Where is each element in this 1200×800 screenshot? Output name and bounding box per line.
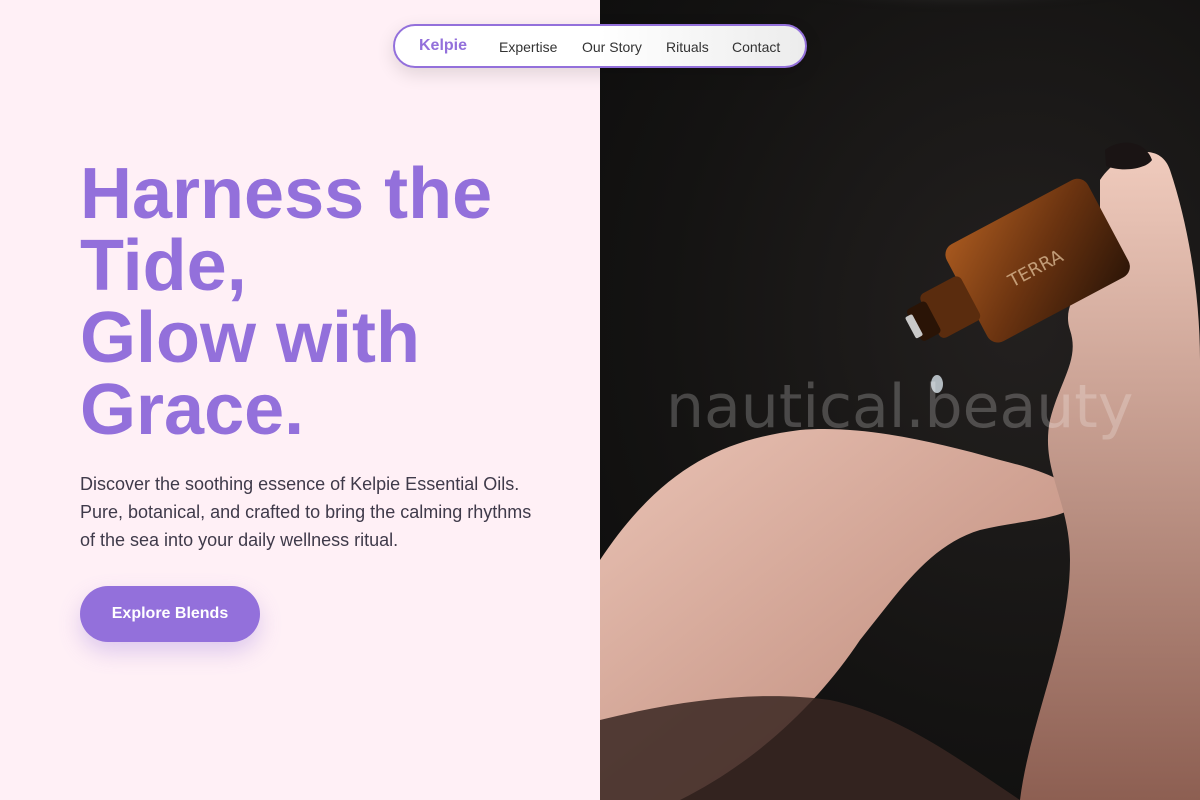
hero-title-line: Tide, bbox=[80, 226, 247, 306]
hero-section: Harness the Tide, Glow with Grace. Disco… bbox=[0, 0, 600, 800]
nav-link-rituals[interactable]: Rituals bbox=[666, 39, 709, 55]
nav-link-contact[interactable]: Contact bbox=[732, 39, 780, 55]
brand-logo[interactable]: Kelpie bbox=[419, 37, 467, 55]
watermark: nautical.beauty bbox=[666, 372, 1134, 442]
hero-title-line: Harness the bbox=[80, 154, 493, 234]
sleeve bbox=[600, 696, 1020, 800]
explore-blends-button[interactable]: Explore Blends bbox=[80, 586, 260, 642]
hero-title-line: Grace. bbox=[80, 370, 305, 450]
hero-description: Discover the soothing essence of Kelpie … bbox=[80, 474, 532, 550]
fingernail bbox=[1105, 142, 1152, 170]
background-light bbox=[750, 0, 1170, 50]
nav-link-our-story[interactable]: Our Story bbox=[582, 39, 642, 55]
hero-photo: TERRA nautical.beauty bbox=[600, 0, 1200, 800]
hero-title: Harness the Tide, Glow with Grace. bbox=[80, 158, 580, 446]
top-navigation: Kelpie Expertise Our Story Rituals Conta… bbox=[393, 24, 807, 68]
nav-link-expertise[interactable]: Expertise bbox=[499, 39, 557, 55]
hero-title-line: Glow with bbox=[80, 298, 420, 378]
